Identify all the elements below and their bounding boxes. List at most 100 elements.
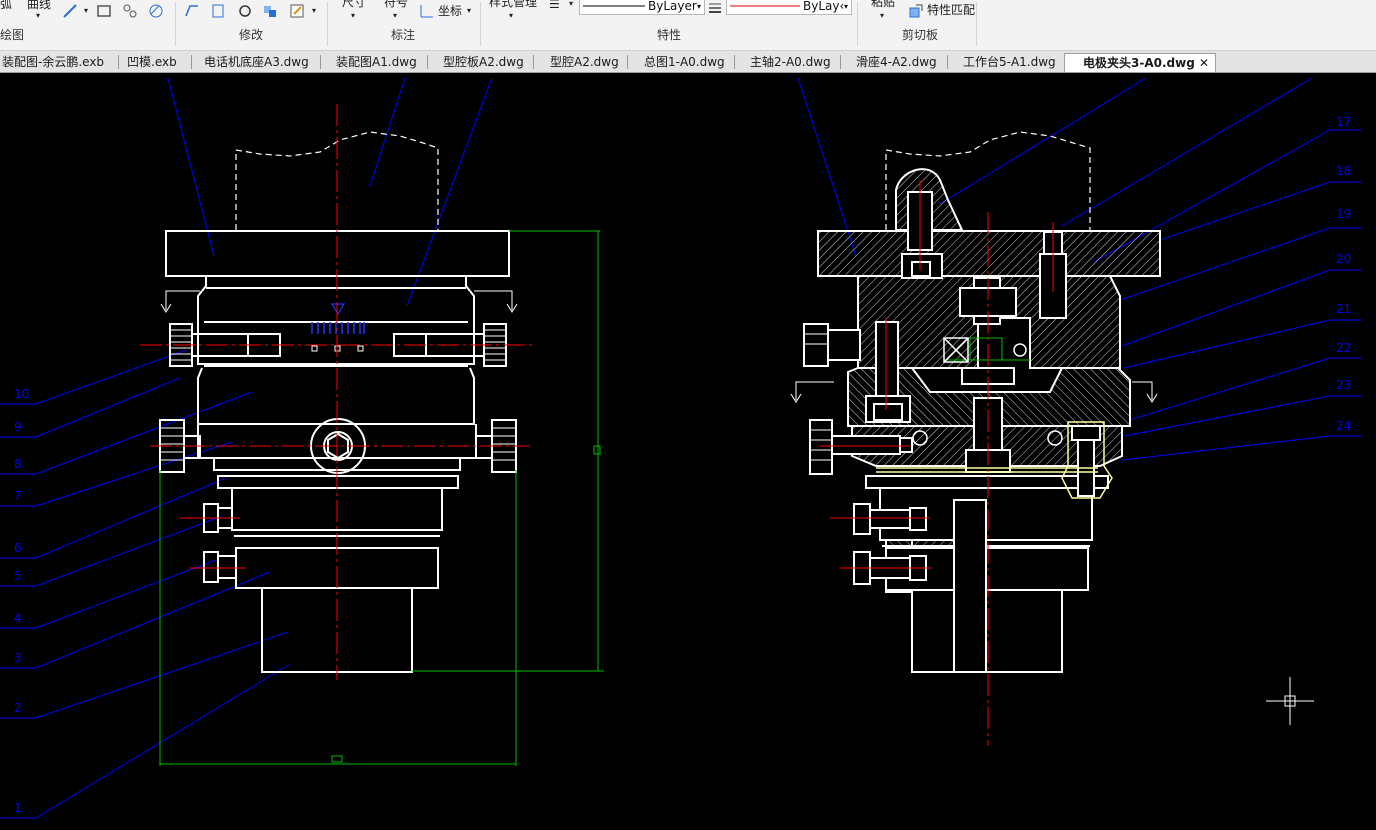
- hatch-icon[interactable]: [148, 3, 164, 19]
- ribbon-separator: [327, 2, 328, 46]
- tab-document[interactable]: 总图1-A0.dwg: [642, 53, 734, 72]
- tab-label: 总图1-A0.dwg: [644, 55, 725, 69]
- balloon-label: 8: [14, 457, 22, 471]
- line-icon[interactable]: [62, 3, 78, 19]
- coordinate-dropdown-arrow[interactable]: ▾: [467, 4, 471, 18]
- rotate-icon[interactable]: [237, 3, 253, 19]
- dimension-dropdown-arrow[interactable]: ▾: [351, 9, 355, 23]
- linecolor-combo[interactable]: ByLay‹ ▾: [726, 0, 852, 15]
- close-tab-icon[interactable]: ✕: [1199, 54, 1209, 72]
- lineweight-icon[interactable]: [707, 0, 723, 15]
- balloon-label: 24: [1336, 419, 1351, 433]
- annotate-group-label: 标注: [391, 28, 416, 42]
- linetype-value: ByLayer: [648, 0, 697, 13]
- ribbon-separator: [857, 2, 858, 46]
- balloon-label: 18: [1336, 164, 1351, 178]
- offset-icon[interactable]: [184, 3, 200, 19]
- linecolor-dropdown-arrow[interactable]: ▾: [844, 0, 848, 13]
- left-centerlines: [140, 104, 536, 680]
- left-body-outline: [159, 230, 517, 673]
- ribbon-toolbar: 弧 曲线 ▾ ▾ 绘图 ▾ 修改 尺寸 ▾ 符号 ▾ 坐标 ▾ 标注 样式管理 …: [0, 0, 1376, 51]
- tab-separator: [191, 55, 192, 69]
- tab-document[interactable]: 主轴2-A0.dwg: [748, 53, 840, 72]
- balloon-label: 17: [1336, 115, 1351, 129]
- layer-list-icon[interactable]: ☰: [549, 0, 560, 11]
- tab-label: 滑座4-A2.dwg: [856, 55, 937, 69]
- left-view: 10 9 8 7 6 5 4 3 2 1: [0, 77, 604, 819]
- draw-group-label: 绘图: [0, 28, 25, 42]
- paste-command[interactable]: 粘贴: [871, 0, 895, 9]
- tab-label: 装配图-余云鹏.exb: [2, 55, 105, 69]
- balloon-label: 19: [1336, 207, 1351, 221]
- tab-document[interactable]: 型腔板A2.dwg: [441, 53, 537, 72]
- linetype-dropdown-arrow[interactable]: ▾: [697, 0, 701, 13]
- balloon-label: 2: [14, 701, 22, 715]
- paste-dropdown-arrow[interactable]: ▾: [880, 9, 884, 23]
- style-dropdown-arrow[interactable]: ▾: [509, 9, 513, 23]
- tab-document[interactable]: 工作台5-A1.dwg: [961, 53, 1061, 72]
- tab-document[interactable]: 电话机底座A3.dwg: [202, 53, 316, 72]
- array-icon[interactable]: [262, 3, 278, 19]
- linecolor-swatch: [730, 5, 800, 7]
- pattern-icon[interactable]: [122, 3, 138, 19]
- arc-command[interactable]: 弧: [0, 0, 12, 11]
- tab-label: 工作台5-A1.dwg: [963, 55, 1056, 69]
- match-properties-icon[interactable]: [908, 3, 924, 19]
- style-manager-command[interactable]: 样式管理: [489, 0, 537, 9]
- balloon-label: 22: [1336, 341, 1351, 355]
- left-dimension-lines: [159, 230, 604, 766]
- ribbon-separator: [480, 2, 481, 46]
- tab-document[interactable]: 装配图A1.dwg: [334, 53, 424, 72]
- tab-document[interactable]: 凹模.exb: [125, 53, 191, 72]
- ribbon-separator: [976, 2, 977, 46]
- drawing-canvas[interactable]: 10 9 8 7 6 5 4 3 2 1 17 18 19 20 21 22 2…: [0, 73, 1376, 826]
- balloon-label: 3: [14, 651, 22, 665]
- tab-separator: [533, 55, 534, 69]
- linetype-combo[interactable]: ByLayer ▾: [579, 0, 705, 15]
- tab-separator: [734, 55, 735, 69]
- balloon-label: 10: [14, 387, 29, 401]
- tab-separator: [320, 55, 321, 69]
- symbol-command[interactable]: 符号: [384, 0, 408, 9]
- dimension-command[interactable]: 尺寸: [342, 0, 366, 9]
- drawing-svg: 10 9 8 7 6 5 4 3 2 1 17 18 19 20 21 22 2…: [0, 77, 1362, 819]
- balloon-label: 21: [1336, 302, 1351, 316]
- balloon-label: 1: [14, 801, 22, 815]
- edit-icon[interactable]: [289, 3, 305, 19]
- tab-separator: [427, 55, 428, 69]
- tab-document-active[interactable]: 电极夹头3-A0.dwg ✕: [1064, 53, 1216, 72]
- index-mark: [330, 303, 346, 316]
- tab-label: 装配图A1.dwg: [336, 55, 417, 69]
- match-properties-command[interactable]: 特性匹配: [927, 3, 975, 17]
- ribbon-separator: [175, 2, 176, 46]
- section-arrows: [160, 290, 518, 313]
- tab-document[interactable]: 滑座4-A2.dwg: [854, 53, 946, 72]
- coordinate-command[interactable]: 坐标: [438, 4, 462, 18]
- tab-label: 凹模.exb: [127, 55, 177, 69]
- crosshair-cursor-icon: [1266, 677, 1314, 725]
- symbol-dropdown-arrow[interactable]: ▾: [393, 9, 397, 23]
- balloon-label: 9: [14, 420, 22, 434]
- balloon-label: 5: [14, 569, 22, 583]
- tab-label: 电话机底座A3.dwg: [204, 55, 309, 69]
- modify-dropdown-arrow[interactable]: ▾: [312, 4, 316, 18]
- tab-document[interactable]: 装配图-余云鹏.exb: [0, 53, 118, 72]
- coordinate-icon[interactable]: [419, 3, 435, 19]
- copy-doc-icon[interactable]: [210, 3, 226, 19]
- rectangle-icon[interactable]: [96, 3, 112, 19]
- tab-label: 型腔A2.dwg: [550, 55, 619, 69]
- document-tab-bar: 装配图-余云鹏.exb 凹模.exb 电话机底座A3.dwg 装配图A1.dwg…: [0, 51, 1376, 73]
- curve-dropdown-arrow[interactable]: ▾: [36, 9, 40, 23]
- tab-document[interactable]: 型腔A2.dwg: [548, 53, 622, 72]
- clipboard-group-label: 剪切板: [902, 28, 939, 42]
- knurl-marks: [160, 329, 516, 461]
- layer-dropdown-arrow[interactable]: ▾: [569, 0, 573, 11]
- line-dropdown-arrow[interactable]: ▾: [84, 4, 88, 18]
- tab-separator: [118, 55, 119, 69]
- tab-separator: [627, 55, 628, 69]
- scale-marks: [311, 322, 365, 334]
- left-leader-lines: [0, 77, 493, 819]
- linetype-swatch: [583, 5, 645, 7]
- modify-group-label: 修改: [239, 28, 264, 42]
- linecolor-value: ByLay‹: [803, 0, 845, 13]
